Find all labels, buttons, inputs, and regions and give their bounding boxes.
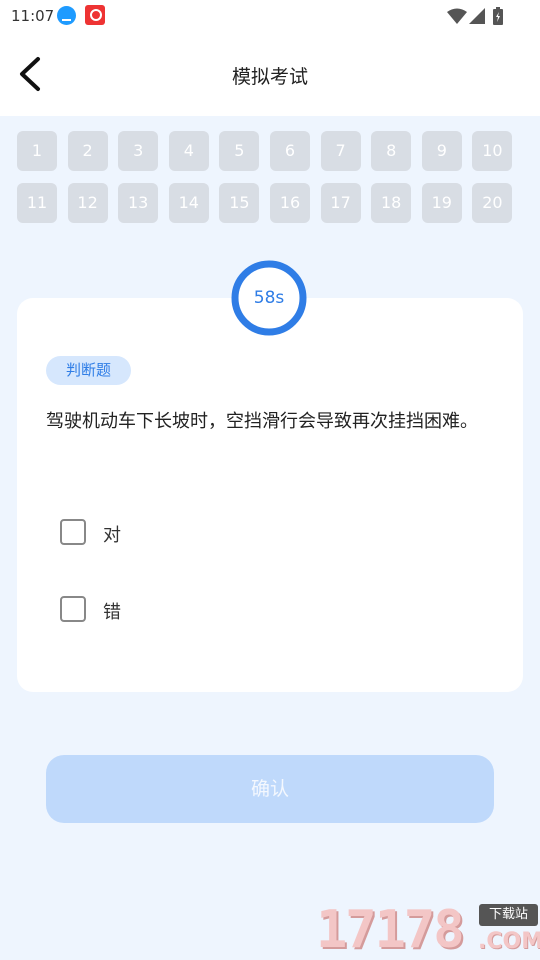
app-notification-icon bbox=[85, 5, 105, 25]
download-notification-icon bbox=[57, 6, 76, 25]
option-false-label: 错 bbox=[103, 602, 121, 623]
option-true-checkbox[interactable] bbox=[60, 519, 86, 545]
signal-icon bbox=[469, 8, 485, 24]
watermark-suffix: .COM bbox=[478, 929, 540, 954]
option-false[interactable]: 错 bbox=[60, 596, 360, 626]
question-number-1[interactable]: 1 bbox=[17, 131, 57, 171]
question-number-19[interactable]: 19 bbox=[421, 183, 462, 223]
watermark-logo: 17178 bbox=[316, 900, 465, 960]
question-type-tag: 判断题 bbox=[46, 356, 131, 385]
status-time: 11:07 bbox=[11, 7, 55, 25]
page-title: 模拟考试 bbox=[231, 66, 308, 88]
header-bar: 模拟考试 bbox=[0, 32, 540, 116]
question-number-6[interactable]: 6 bbox=[270, 131, 310, 171]
option-true[interactable]: 对 bbox=[60, 519, 360, 549]
question-number-13[interactable]: 13 bbox=[118, 183, 159, 223]
status-bar: 11:07 bbox=[0, 0, 540, 32]
question-number-7[interactable]: 7 bbox=[320, 131, 361, 171]
question-number-15[interactable]: 15 bbox=[219, 183, 260, 223]
question-number-4[interactable]: 4 bbox=[168, 131, 209, 171]
question-number-17[interactable]: 17 bbox=[320, 183, 361, 223]
countdown-timer-text: 58s bbox=[253, 288, 285, 308]
question-number-11[interactable]: 11 bbox=[17, 183, 57, 223]
watermark-badge: 下载站 bbox=[479, 904, 538, 926]
battery-icon bbox=[493, 7, 503, 25]
question-number-10[interactable]: 10 bbox=[472, 131, 513, 171]
question-number-8[interactable]: 8 bbox=[371, 131, 412, 171]
question-number-3[interactable]: 3 bbox=[118, 131, 159, 171]
option-false-checkbox[interactable] bbox=[60, 596, 86, 622]
question-number-14[interactable]: 14 bbox=[168, 183, 209, 223]
question-number-9[interactable]: 9 bbox=[421, 131, 462, 171]
question-number-18[interactable]: 18 bbox=[371, 183, 412, 223]
question-text: 驾驶机动车下长坡时，空挡滑行会导致再次挂挡困难。 bbox=[46, 411, 478, 432]
wifi-icon bbox=[447, 8, 467, 24]
question-number-16[interactable]: 16 bbox=[270, 183, 310, 223]
confirm-button[interactable]: 确认 bbox=[46, 755, 494, 823]
option-true-label: 对 bbox=[103, 525, 121, 546]
question-number-20[interactable]: 20 bbox=[472, 183, 513, 223]
question-number-2[interactable]: 2 bbox=[67, 131, 108, 171]
question-number-12[interactable]: 12 bbox=[67, 183, 108, 223]
question-number-5[interactable]: 5 bbox=[219, 131, 260, 171]
